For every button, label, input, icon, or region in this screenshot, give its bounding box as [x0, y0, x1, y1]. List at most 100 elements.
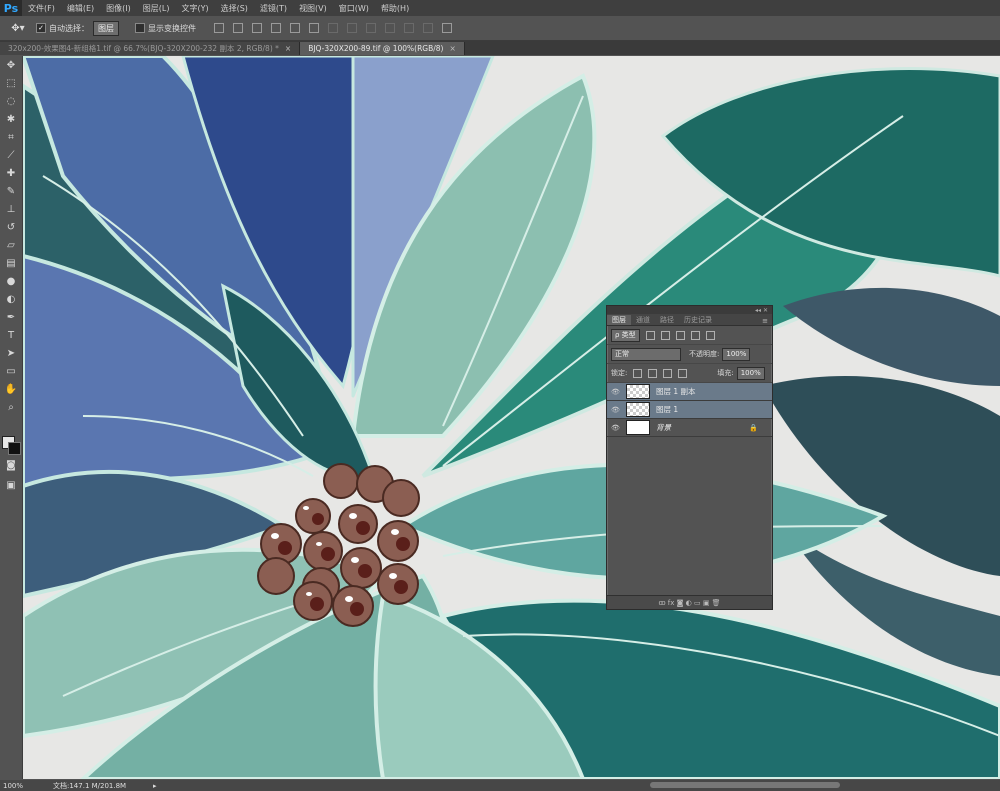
- auto-select-checkbox[interactable]: ✓: [36, 23, 46, 33]
- filter-smart-object-icon[interactable]: [705, 330, 715, 340]
- crop-tool-icon[interactable]: ⌗: [0, 128, 22, 146]
- lock-all-icon[interactable]: [678, 368, 688, 378]
- distribute-bottom-icon[interactable]: [366, 23, 376, 33]
- menu-help[interactable]: 帮助(H): [375, 3, 415, 14]
- horizontal-scrollbar[interactable]: [650, 782, 840, 788]
- document-canvas[interactable]: [23, 56, 1000, 779]
- lock-label: 锁定:: [611, 369, 628, 377]
- layer-row[interactable]: 👁 图层 1: [607, 401, 772, 419]
- distribute-right-icon[interactable]: [423, 23, 433, 33]
- document-tab-2[interactable]: BJQ-320X200-89.tif @ 100%(RGB/8) ×: [300, 42, 465, 55]
- layer-row[interactable]: 👁 背景 🔒: [607, 419, 772, 437]
- distribute-top-icon[interactable]: [328, 23, 338, 33]
- layer-thumbnail: [626, 384, 650, 399]
- lock-position-icon[interactable]: [663, 368, 673, 378]
- panel-menu-icon[interactable]: ≡: [762, 317, 772, 325]
- blur-tool-icon[interactable]: ●: [0, 272, 22, 290]
- layers-panel: ◂◂ ✕ 图层 通道 路径 历史记录 ≡ ρ 类型 正常 不透明度: 100% …: [606, 305, 773, 610]
- filter-pixel-icon[interactable]: [645, 330, 655, 340]
- screen-mode-icon[interactable]: ▣: [0, 476, 22, 494]
- menu-file[interactable]: 文件(F): [22, 3, 61, 14]
- align-top-icon[interactable]: [214, 23, 224, 33]
- distribute-hcenter-icon[interactable]: [404, 23, 414, 33]
- magic-wand-icon[interactable]: ✱: [0, 110, 22, 128]
- align-right-icon[interactable]: [309, 23, 319, 33]
- menu-edit[interactable]: 编辑(E): [61, 3, 100, 14]
- panel-tabs: 图层 通道 路径 历史记录 ≡: [607, 314, 772, 326]
- menu-type[interactable]: 文字(Y): [175, 3, 214, 14]
- layer-name: 背景: [656, 423, 671, 432]
- tab-layers[interactable]: 图层: [607, 315, 631, 325]
- close-icon[interactable]: ×: [285, 44, 291, 53]
- auto-align-icon[interactable]: [442, 23, 452, 33]
- brush-tool-icon[interactable]: ✎: [0, 182, 22, 200]
- align-hcenter-icon[interactable]: [290, 23, 300, 33]
- eye-icon[interactable]: 👁: [611, 406, 621, 414]
- show-transform-checkbox[interactable]: [135, 23, 145, 33]
- shape-tool-icon[interactable]: ▭: [0, 362, 22, 380]
- filter-shape-icon[interactable]: [690, 330, 700, 340]
- layer-thumbnail: [626, 420, 650, 435]
- layer-row[interactable]: 👁 图层 1 副本: [607, 383, 772, 401]
- clone-stamp-icon[interactable]: ⊥: [0, 200, 22, 218]
- photoshop-logo: Ps: [0, 0, 22, 16]
- move-tool-icon[interactable]: ✥: [0, 56, 22, 74]
- lasso-tool-icon[interactable]: ◌: [0, 92, 22, 110]
- auto-select-dropdown[interactable]: 图层: [93, 20, 119, 36]
- lock-image-icon[interactable]: [648, 368, 658, 378]
- distribute-left-icon[interactable]: [385, 23, 395, 33]
- align-bottom-icon[interactable]: [252, 23, 262, 33]
- fill-input[interactable]: 100%: [736, 366, 765, 380]
- menu-view[interactable]: 视图(V): [293, 3, 333, 14]
- align-vcenter-icon[interactable]: [233, 23, 243, 33]
- tab-channels[interactable]: 通道: [631, 315, 655, 325]
- tab-history[interactable]: 历史记录: [679, 315, 717, 325]
- document-tab-1[interactable]: 320x200-效果图4-新组格1.tif @ 66.7%(BJQ-320X20…: [0, 42, 301, 55]
- tab-paths[interactable]: 路径: [655, 315, 679, 325]
- menu-layer[interactable]: 图层(L): [137, 3, 176, 14]
- eye-icon[interactable]: 👁: [611, 388, 621, 396]
- history-brush-icon[interactable]: ↺: [0, 218, 22, 236]
- menu-select[interactable]: 选择(S): [215, 3, 254, 14]
- show-transform-label: 显示变换控件: [148, 23, 196, 33]
- align-left-icon[interactable]: [271, 23, 281, 33]
- menu-image[interactable]: 图像(I): [100, 3, 137, 14]
- blend-mode-dropdown[interactable]: 正常: [611, 347, 681, 361]
- opacity-label: 不透明度:: [689, 350, 720, 358]
- dodge-tool-icon[interactable]: ◐: [0, 290, 22, 308]
- layer-filter-row: ρ 类型: [607, 326, 772, 345]
- panel-collapse-controls[interactable]: ◂◂ ✕: [607, 306, 772, 314]
- healing-brush-icon[interactable]: ✚: [0, 164, 22, 182]
- quick-mask-icon[interactable]: ◙: [0, 456, 22, 474]
- status-arrow-icon[interactable]: ▸: [153, 782, 157, 790]
- document-tab-label: BJQ-320X200-89.tif @ 100%(RGB/8): [308, 44, 444, 53]
- distribute-vcenter-icon[interactable]: [347, 23, 357, 33]
- close-icon[interactable]: ×: [449, 44, 455, 53]
- type-tool-icon[interactable]: T: [0, 326, 22, 344]
- opacity-input[interactable]: 100%: [722, 347, 751, 361]
- layer-filter-dropdown[interactable]: ρ 类型: [611, 328, 640, 342]
- eraser-icon[interactable]: ▱: [0, 236, 22, 254]
- move-tool-preset-icon[interactable]: ✥▾: [0, 23, 36, 34]
- lock-row: 锁定: 填充: 100%: [607, 364, 772, 383]
- document-size: 文档:147.1 M/201.8M: [53, 781, 127, 790]
- eyedropper-icon[interactable]: ⟋: [0, 146, 22, 164]
- layers-panel-footer[interactable]: ꝏ fx ◙ ◐ ▭ ▣ 🗑: [607, 595, 772, 609]
- background-color-swatch[interactable]: [8, 442, 21, 455]
- gradient-tool-icon[interactable]: ▤: [0, 254, 22, 272]
- hand-tool-icon[interactable]: ✋: [0, 380, 22, 398]
- layer-thumbnail: [626, 402, 650, 417]
- path-selection-icon[interactable]: ➤: [0, 344, 22, 362]
- pen-tool-icon[interactable]: ✒: [0, 308, 22, 326]
- marquee-tool-icon[interactable]: ⬚: [0, 74, 22, 92]
- filter-adjustment-icon[interactable]: [660, 330, 670, 340]
- zoom-tool-icon[interactable]: ⌕: [0, 398, 22, 416]
- menu-window[interactable]: 窗口(W): [333, 3, 375, 14]
- zoom-level[interactable]: 100%: [0, 782, 53, 790]
- menu-filter[interactable]: 滤镜(T): [254, 3, 293, 14]
- fill-label: 填充:: [717, 369, 734, 377]
- filter-type-icon[interactable]: [675, 330, 685, 340]
- lock-transparent-icon[interactable]: [633, 368, 643, 378]
- align-icons-group: [214, 23, 452, 33]
- eye-icon[interactable]: 👁: [611, 424, 621, 432]
